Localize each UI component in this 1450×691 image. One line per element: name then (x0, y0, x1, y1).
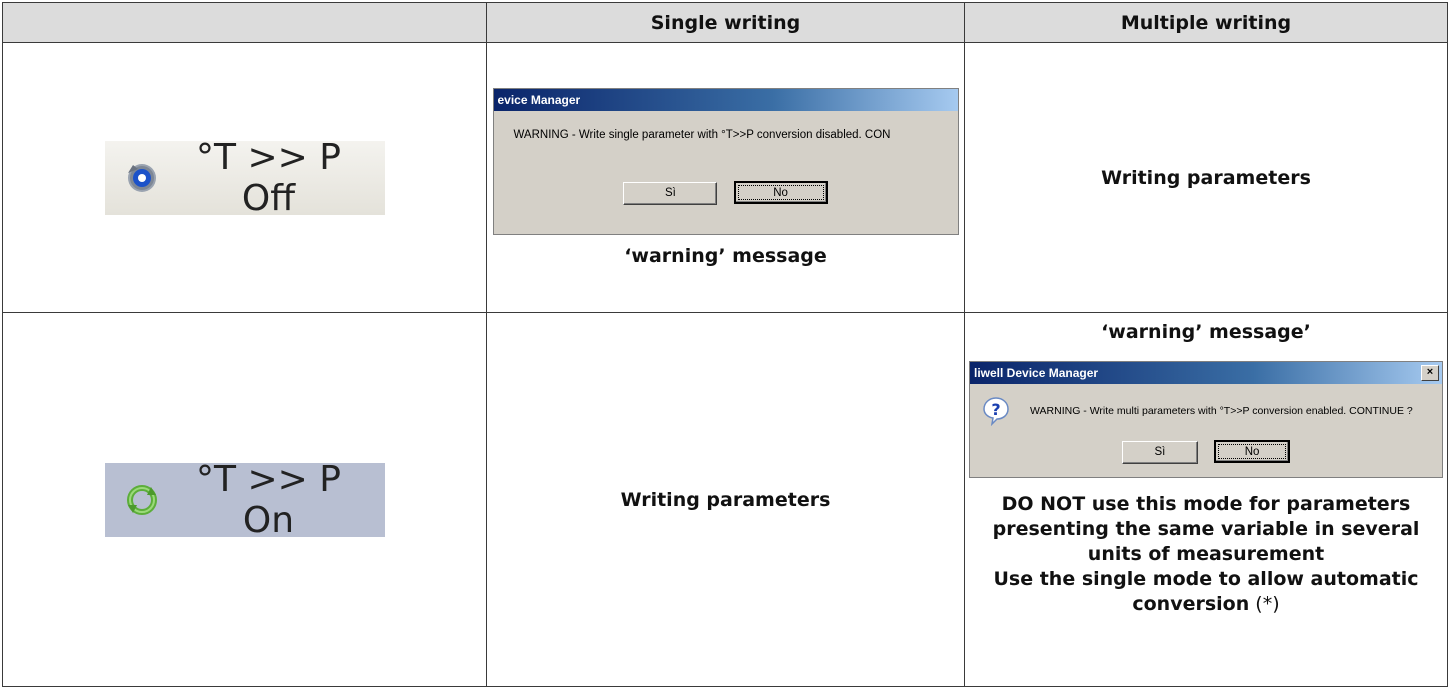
svg-text:?: ? (991, 400, 1000, 419)
question-icon: ? (983, 397, 1009, 426)
row-conversion-on: °T >> P On Writing parameters ‘warning’ … (2, 312, 1448, 687)
dialog-buttons: Sì No (494, 181, 958, 205)
multiple-warning-heading: ‘warning’ message’ (1101, 321, 1311, 343)
refresh-green-icon (126, 484, 157, 515)
multiple-mode-note: DO NOT use this mode for parameters pres… (965, 492, 1447, 617)
dialog-title-bar: liwell Device Manager × (970, 362, 1442, 384)
yes-button[interactable]: Sì (1121, 441, 1198, 464)
row-conversion-off: °T >> P Off evice Manager WARNING - Writ… (2, 42, 1448, 313)
dialog-message: WARNING - Write multi parameters with °T… (1030, 405, 1413, 417)
gear-blue-icon (127, 163, 156, 192)
cell-single-warning: evice Manager WARNING - Write single par… (486, 42, 965, 313)
close-icon[interactable]: × (1421, 365, 1439, 381)
dialog-body: ? WARNING - Write multi parameters with … (970, 384, 1442, 426)
cell-button-off: °T >> P Off (2, 42, 487, 313)
header-multiple-writing: Multiple writing (964, 2, 1448, 43)
cell-multiple-writing: Writing parameters (964, 42, 1448, 313)
note-line: DO NOT use this mode for parameters (1001, 493, 1411, 515)
yes-button[interactable]: Sì (623, 182, 718, 205)
single-writing-text: Writing parameters (620, 488, 831, 511)
multiple-writing-text: Writing parameters (1101, 166, 1311, 189)
note-line: Use the single mode to allow automatic (993, 568, 1419, 590)
warning-dialog-multiple: liwell Device Manager × ? WARNING - Writ… (969, 361, 1443, 478)
header-empty (2, 2, 487, 43)
cell-multiple-warning: ‘warning’ message’ liwell Device Manager… (964, 312, 1448, 687)
conversion-on-button[interactable]: °T >> P On (104, 459, 385, 541)
footnote-marker: (*) (1249, 593, 1280, 615)
dialog-title: evice Manager (497, 93, 581, 107)
dialog-buttons: Sì No (970, 440, 1442, 464)
single-warning-caption: ‘warning’ message (624, 245, 827, 267)
cell-single-writing: Writing parameters (486, 312, 965, 687)
cell-button-on: °T >> P On (2, 312, 487, 687)
conversion-on-label: °T >> P On (196, 458, 341, 541)
dialog-title: liwell Device Manager (974, 366, 1099, 380)
conversion-off-button[interactable]: °T >> P Off (104, 137, 385, 219)
no-button[interactable]: No (1214, 440, 1291, 463)
header-single-writing: Single writing (486, 2, 965, 43)
note-line: units of measurement (1087, 543, 1325, 565)
note-line: conversion (*) (965, 592, 1447, 617)
dialog-title-bar: evice Manager (493, 89, 958, 111)
dialog-message: WARNING - Write single parameter with °T… (513, 129, 891, 141)
note-line: presenting the same variable in several (992, 518, 1420, 540)
note-last-word: conversion (1132, 593, 1250, 615)
no-button[interactable]: No (733, 181, 828, 204)
warning-dialog-single: evice Manager WARNING - Write single par… (492, 88, 959, 235)
comparison-table: Single writing Multiple writing °T >> P … (2, 2, 1448, 687)
conversion-off-label: °T >> P Off (196, 136, 341, 219)
header-row: Single writing Multiple writing (2, 2, 1448, 43)
